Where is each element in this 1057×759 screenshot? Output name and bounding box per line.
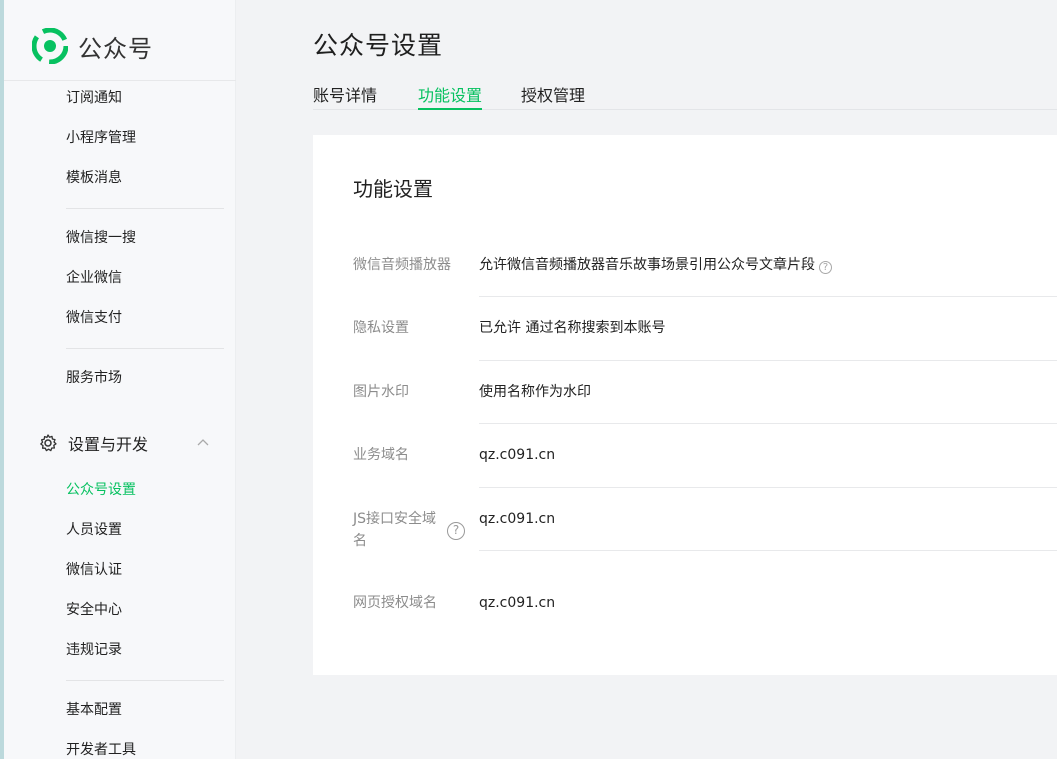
sidebar-item-security-center[interactable]: 安全中心: [66, 600, 122, 620]
business-domain-value: qz.c091.cn: [479, 447, 556, 463]
row-divider: [479, 423, 1057, 424]
sidebar-item-wechat-verify[interactable]: 微信认证: [66, 560, 122, 580]
brand[interactable]: 公众号: [32, 26, 153, 66]
sidebar-item-basic-config[interactable]: 基本配置: [66, 700, 122, 720]
help-icon[interactable]: ?: [819, 261, 832, 274]
sidebar-group-settings-dev[interactable]: 设置与开发: [38, 430, 218, 456]
privacy-label: 隐私设置: [353, 320, 409, 336]
sidebar-divider: [66, 680, 224, 681]
tab-bar: 账号详情 功能设置 授权管理: [313, 82, 1057, 110]
sidebar-item-wechat-pay[interactable]: 微信支付: [66, 308, 122, 328]
sidebar-item-violation-records[interactable]: 违规记录: [66, 640, 122, 660]
help-icon[interactable]: ?: [447, 522, 465, 540]
oauth-domain-label: 网页授权域名: [353, 595, 437, 611]
js-domain-value: qz.c091.cn: [479, 511, 556, 527]
sidebar-item-miniprogram[interactable]: 小程序管理: [66, 128, 136, 148]
business-domain-label: 业务域名: [353, 447, 409, 463]
card-title: 功能设置: [353, 177, 433, 201]
tab-feature-settings[interactable]: 功能设置: [418, 82, 483, 110]
brand-name: 公众号: [78, 34, 153, 63]
tab-account-details[interactable]: 账号详情: [313, 82, 377, 110]
row-divider: [479, 550, 1057, 551]
brand-divider: [4, 80, 236, 81]
wechat-official-logo-icon: [32, 28, 68, 64]
tab-authorization[interactable]: 授权管理: [521, 82, 585, 110]
watermark-label: 图片水印: [353, 384, 409, 400]
sidebar-item-service-market[interactable]: 服务市场: [66, 368, 122, 388]
sidebar-item-dev-tools[interactable]: 开发者工具: [66, 740, 136, 759]
row-divider: [479, 360, 1057, 361]
audio-player-value-text: 允许微信音频播放器音乐故事场景引用公众号文章片段: [479, 257, 815, 273]
sidebar: 公众号 订阅通知 小程序管理 模板消息 微信搜一搜 企业微信 微信支付 服务市场…: [0, 0, 236, 759]
privacy-value: 已允许 通过名称搜索到本账号: [479, 320, 666, 336]
js-domain-label-line2: 名: [353, 533, 367, 549]
sidebar-divider: [66, 208, 224, 209]
sidebar-item-template-msg[interactable]: 模板消息: [66, 168, 122, 188]
js-domain-label: JS接口安全域 名: [353, 508, 436, 552]
sidebar-item-account-settings[interactable]: 公众号设置: [66, 480, 136, 500]
sidebar-item-wechat-search[interactable]: 微信搜一搜: [66, 228, 136, 248]
js-domain-label-line1: JS接口安全域: [353, 511, 437, 527]
sidebar-item-subscribe-notice[interactable]: 订阅通知: [66, 88, 122, 108]
settings-card: 功能设置 微信音频播放器 允许微信音频播放器音乐故事场景引用公众号文章片段? 隐…: [313, 135, 1057, 675]
sidebar-item-member-settings[interactable]: 人员设置: [66, 520, 122, 540]
sidebar-item-work-wechat[interactable]: 企业微信: [66, 268, 122, 288]
page-title: 公众号设置: [313, 31, 444, 60]
gear-icon: [40, 434, 57, 452]
oauth-domain-value: qz.c091.cn: [479, 595, 556, 611]
sidebar-divider: [66, 348, 224, 349]
audio-player-value: 允许微信音频播放器音乐故事场景引用公众号文章片段?: [479, 254, 832, 276]
watermark-value: 使用名称作为水印: [479, 384, 591, 400]
row-divider: [479, 487, 1057, 488]
chevron-up-icon: [197, 439, 209, 446]
sidebar-group-label: 设置与开发: [68, 435, 149, 454]
audio-player-label: 微信音频播放器: [353, 257, 451, 273]
row-divider: [479, 296, 1057, 297]
